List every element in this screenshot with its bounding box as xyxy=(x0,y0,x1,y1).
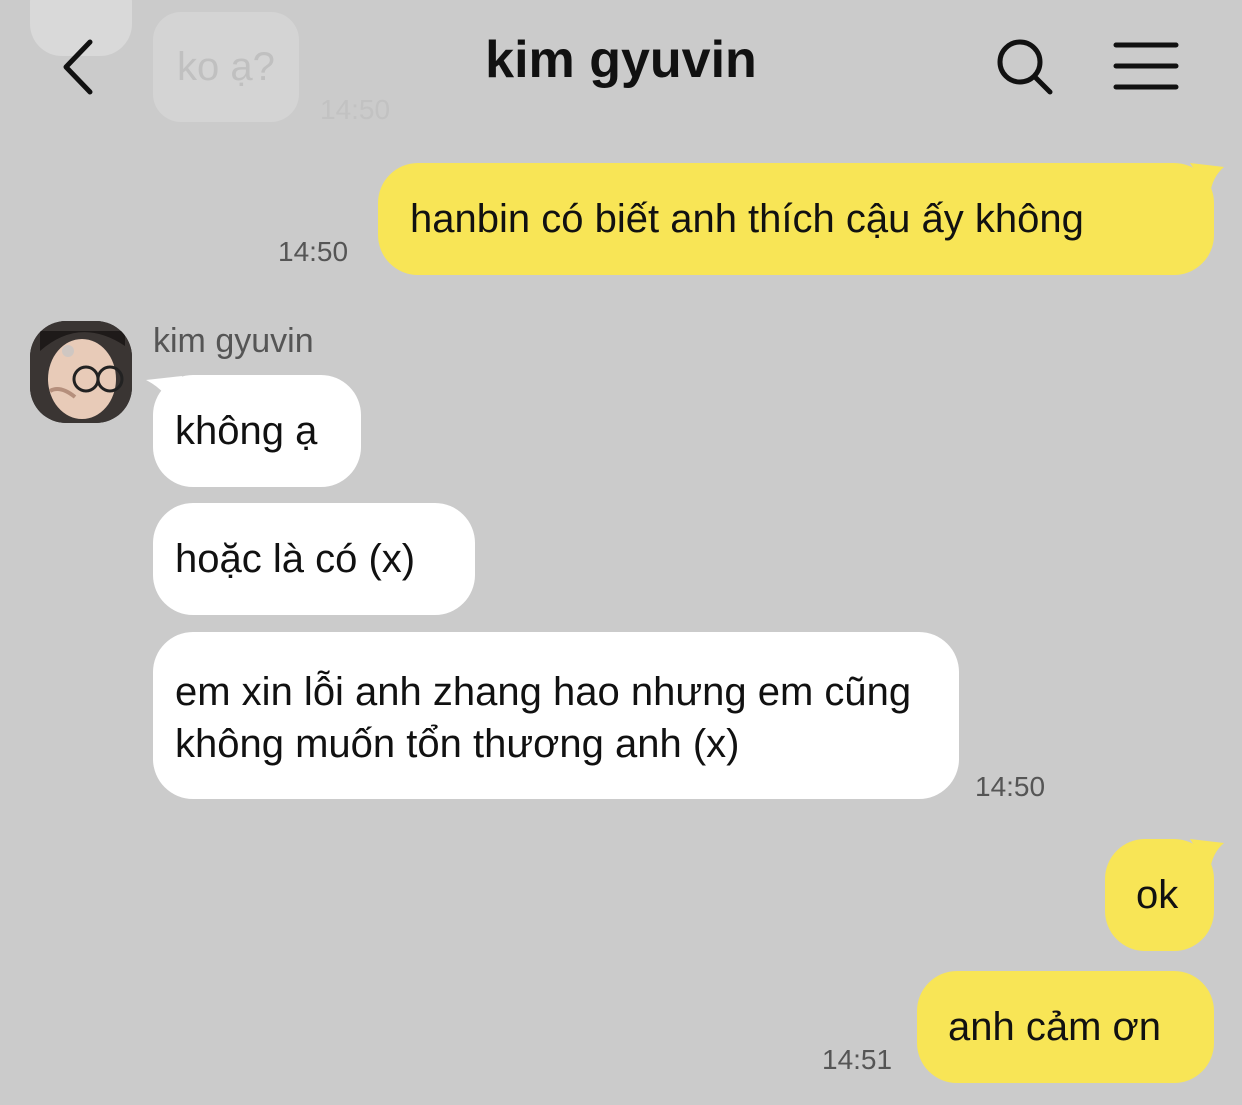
message-text: anh cảm ơn xyxy=(948,1005,1162,1049)
message-text: ok xyxy=(1136,873,1179,917)
message-text: hoặc là có (x) xyxy=(175,537,416,581)
bubble-tail xyxy=(1190,163,1224,195)
sender-name: kim gyuvin xyxy=(153,322,314,360)
received-message-bubble[interactable]: không ạ xyxy=(153,375,361,487)
message-time: 14:51 xyxy=(822,1044,893,1075)
message-time: 14:50 xyxy=(278,236,349,267)
bubble-tail xyxy=(1190,839,1224,871)
received-message-bubble[interactable]: hoặc là có (x) xyxy=(153,503,475,615)
received-message-bubble[interactable]: em xin lỗi anh zhang hao nhưng em cũng k… xyxy=(153,632,959,799)
message-text: hanbin có biết anh thích cậu ấy không xyxy=(410,197,1084,241)
message-text: em xin lỗi anh zhang hao nhưng em cũng k… xyxy=(175,670,912,766)
message-text: không ạ xyxy=(175,409,318,453)
sent-message-bubble[interactable]: anh cảm ơn xyxy=(917,971,1214,1083)
menu-icon[interactable] xyxy=(1112,40,1180,92)
chat-header: kim gyuvin xyxy=(0,0,1242,130)
message-time: 14:50 xyxy=(975,771,1046,802)
search-icon[interactable] xyxy=(994,36,1056,98)
sent-message-bubble[interactable]: hanbin có biết anh thích cậu ấy không xyxy=(378,163,1214,275)
avatar[interactable] xyxy=(30,321,132,423)
chevron-left-icon[interactable] xyxy=(56,38,104,96)
